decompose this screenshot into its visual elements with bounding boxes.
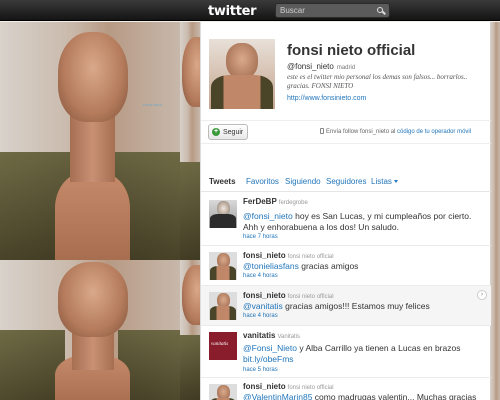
background-photo-right: [180, 22, 200, 260]
logo-text: twitter: [208, 4, 257, 19]
tweet-mention-link[interactable]: @ValentinMarin85: [243, 392, 312, 400]
tweet-mention-link[interactable]: @vanitatis: [243, 301, 283, 311]
tweet-timestamp[interactable]: hace 4 horas: [243, 273, 278, 279]
tab-listas-label: Listas: [371, 177, 392, 186]
follow-button[interactable]: + Seguir: [208, 124, 248, 140]
tweet-item[interactable]: FerDeBP ferdegrobe @fonsi_nieto hoy es Sa…: [201, 194, 491, 246]
plus-icon: +: [212, 128, 220, 136]
tweet-item[interactable]: fonsi_nieto fonsi nieto official @vanitat…: [201, 286, 491, 326]
top-bar: twitter: [0, 0, 500, 32]
tweet-username[interactable]: fonsi_nieto fonsi nieto official: [243, 251, 334, 260]
twitter-logo[interactable]: twitter: [208, 2, 268, 32]
follow-label: Seguir: [223, 128, 244, 136]
tweet-item[interactable]: vanitatis vanitatis Vanitatis @Fonsi_Niet…: [201, 326, 491, 378]
tweet-mention-link[interactable]: @fonsi_nieto: [243, 211, 293, 221]
tweet-avatar[interactable]: [209, 252, 237, 280]
tweet-body: gracias amigos!!! Estamos muy felices: [282, 301, 430, 311]
tweet-user-name: ferdegrobe: [278, 200, 308, 206]
tweet-avatar[interactable]: [209, 200, 237, 228]
tweet-avatar[interactable]: vanitatis: [209, 332, 237, 360]
tweet-url-link[interactable]: bit.ly/obeFms: [243, 354, 294, 364]
profile-website-link[interactable]: http://www.fonsinieto.com: [287, 95, 366, 102]
profile-location: madrid: [336, 65, 356, 71]
profile-handle: @fonsi_nieto: [287, 62, 334, 71]
search-icon[interactable]: [376, 6, 386, 16]
tweet-mention-link[interactable]: @tonieliasfans: [243, 261, 299, 271]
tweet-timestamp[interactable]: hace 5 horas: [243, 367, 278, 373]
tweet-text: @ValentinMarin85 como madrugas valentin.…: [243, 392, 483, 400]
tweet-item[interactable]: fonsi_nieto fonsi nieto official @tonieli…: [201, 246, 491, 286]
profile-name: fonsi nieto official: [287, 42, 416, 59]
tab-seguidores[interactable]: Seguidores: [326, 177, 366, 186]
tweet-username[interactable]: FerDeBP ferdegrobe: [243, 197, 308, 206]
tweet-text: @fonsi_nieto hoy es San Lucas, y mi cump…: [243, 211, 483, 233]
tweet-timestamp[interactable]: hace 4 horas: [243, 313, 278, 319]
profile-handle-line: @fonsi_nieto madrid: [287, 62, 355, 71]
profile-tabs: Tweets Favoritos Siguiendo Seguidores Li…: [201, 172, 491, 192]
tweet-username[interactable]: fonsi_nieto fonsi nieto official: [243, 291, 334, 300]
tweet-text: @tonieliasfans gracias amigos: [243, 261, 483, 272]
tweet-user-name: fonsi nieto official: [287, 385, 334, 391]
search-box: [275, 3, 390, 18]
tweet-mention-link[interactable]: @Fonsi_Nieto: [243, 343, 297, 353]
background-photo-right-lower: [180, 260, 200, 400]
tweet-username[interactable]: vanitatis Vanitatis: [243, 331, 300, 340]
search-input[interactable]: [280, 4, 372, 17]
tab-tweets[interactable]: Tweets: [209, 177, 236, 186]
tweet-user-name: Vanitatis: [277, 334, 301, 340]
tweet-user-handle: fonsi_nieto: [243, 251, 286, 260]
main-column: fonsi nieto official @fonsi_nieto madrid …: [200, 22, 491, 400]
tweet-item[interactable]: fonsi_nieto fonsi nieto official @Valenti…: [201, 378, 491, 400]
background-caption: FONSI NIETO: [143, 103, 163, 107]
tab-favoritos[interactable]: Favoritos: [246, 177, 279, 186]
background-photo-left-lower: [0, 260, 180, 400]
vanitatis-logo: vanitatis: [211, 342, 229, 347]
phone-icon: [320, 128, 324, 134]
sms-operator-link[interactable]: código de tu operador móvil: [397, 129, 471, 135]
background-photo-left: [0, 22, 180, 260]
tab-listas[interactable]: Listas: [371, 177, 398, 186]
chevron-right-icon[interactable]: ›: [477, 290, 487, 300]
tweet-user-handle: fonsi_nieto: [243, 382, 286, 391]
tweet-username[interactable]: fonsi_nieto fonsi nieto official: [243, 382, 334, 391]
profile-bio: este es el twitter mio personal los dema…: [287, 73, 468, 90]
tweet-user-handle: vanitatis: [243, 331, 276, 340]
tweet-user-handle: FerDeBP: [243, 197, 277, 206]
profile-avatar[interactable]: [209, 39, 275, 109]
chevron-down-icon: [393, 180, 398, 183]
tweet-timestamp[interactable]: hace 7 horas: [243, 234, 278, 240]
tweet-user-handle: fonsi_nieto: [243, 291, 286, 300]
action-bar: + Seguir Envía follow fonsi_nieto al códi…: [201, 120, 491, 144]
tweet-body: y Alba Carrillo ya tienen a Lucas en bra…: [296, 343, 461, 353]
sms-follow-note: Envía follow fonsi_nieto al código de tu…: [320, 128, 471, 135]
tweet-user-name: fonsi nieto official: [287, 294, 334, 300]
tweet-avatar[interactable]: [209, 384, 237, 400]
background-photo-far-right: [490, 22, 500, 400]
tweet-body: gracias amigos: [298, 261, 359, 271]
profile-header: fonsi nieto official @fonsi_nieto madrid …: [201, 22, 491, 117]
tweet-user-name: fonsi nieto official: [287, 254, 334, 260]
tweet-avatar[interactable]: [209, 292, 237, 320]
tweet-text: @Fonsi_Nieto y Alba Carrillo ya tienen a…: [243, 343, 483, 365]
tab-siguiendo[interactable]: Siguiendo: [285, 177, 321, 186]
tweet-text: @vanitatis gracias amigos!!! Estamos muy…: [243, 301, 483, 312]
sms-prefix: Envía follow fonsi_nieto al: [326, 129, 396, 135]
